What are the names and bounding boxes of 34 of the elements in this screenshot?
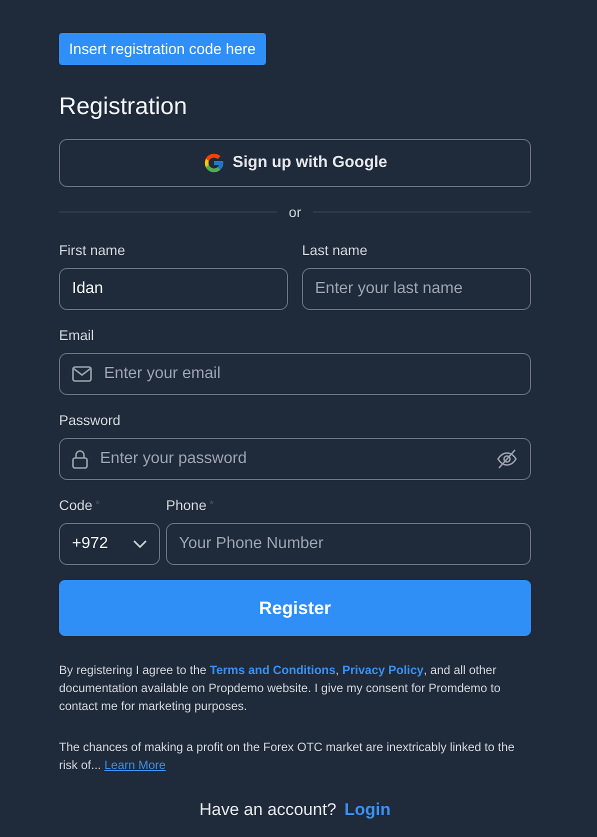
field-label: First name: [59, 242, 126, 259]
policy-link[interactable]: Terms and Conditions: [210, 663, 336, 677]
registration-title: Registration: [59, 92, 188, 122]
field-label: Code: [59, 497, 92, 514]
field-label: Email: [59, 327, 96, 344]
password-field[interactable]: Enter your password: [59, 438, 531, 480]
required-asterisk: *: [209, 498, 214, 513]
register-button[interactable]: Register: [59, 580, 531, 636]
field-label: Last name: [302, 242, 368, 259]
policy-link[interactable]: Privacy Policy: [342, 663, 424, 677]
field-label: Phone: [166, 497, 206, 514]
phone-field[interactable]: Your Phone Number: [166, 523, 531, 565]
risk-warning-text: The chances of making a profit on the Forex OTC market are inextricably linked to the risk of... Learn More: [59, 739, 516, 774]
first-name-field[interactable]: Idan: [59, 268, 288, 310]
chevron-down-icon: [133, 540, 147, 548]
learn-more-link[interactable]: Learn More: [104, 758, 166, 772]
have-account-text: Have an account?: [199, 800, 336, 820]
or-divider-text: or: [288, 204, 302, 220]
envelope-icon: [72, 366, 92, 382]
required-asterisk: *: [95, 498, 100, 513]
field-label: Password: [59, 412, 122, 429]
google-signup-button[interactable]: Sign up with Google: [59, 139, 531, 187]
country-code-select[interactable]: +972: [59, 523, 160, 565]
last-name-field[interactable]: Enter your last name: [302, 268, 531, 310]
email-input[interactable]: Enter your email: [102, 364, 518, 384]
password-input[interactable]: Enter your password: [98, 449, 486, 469]
google-icon: [202, 152, 225, 174]
consent-text: By registering I agree to the Terms and Conditions, Privacy Policy, and all other documentation available on Propdemo website. I give my consent for Promdemo to contact me for marketing purposes.: [59, 662, 502, 715]
email-field[interactable]: Enter your email: [59, 353, 531, 395]
lock-icon: [72, 450, 88, 468]
registration-code-button[interactable]: Insert registration code here: [59, 33, 266, 65]
country-code-value: +972: [72, 535, 108, 553]
eye-slash-icon[interactable]: [496, 448, 518, 470]
login-link[interactable]: Login: [344, 800, 391, 820]
